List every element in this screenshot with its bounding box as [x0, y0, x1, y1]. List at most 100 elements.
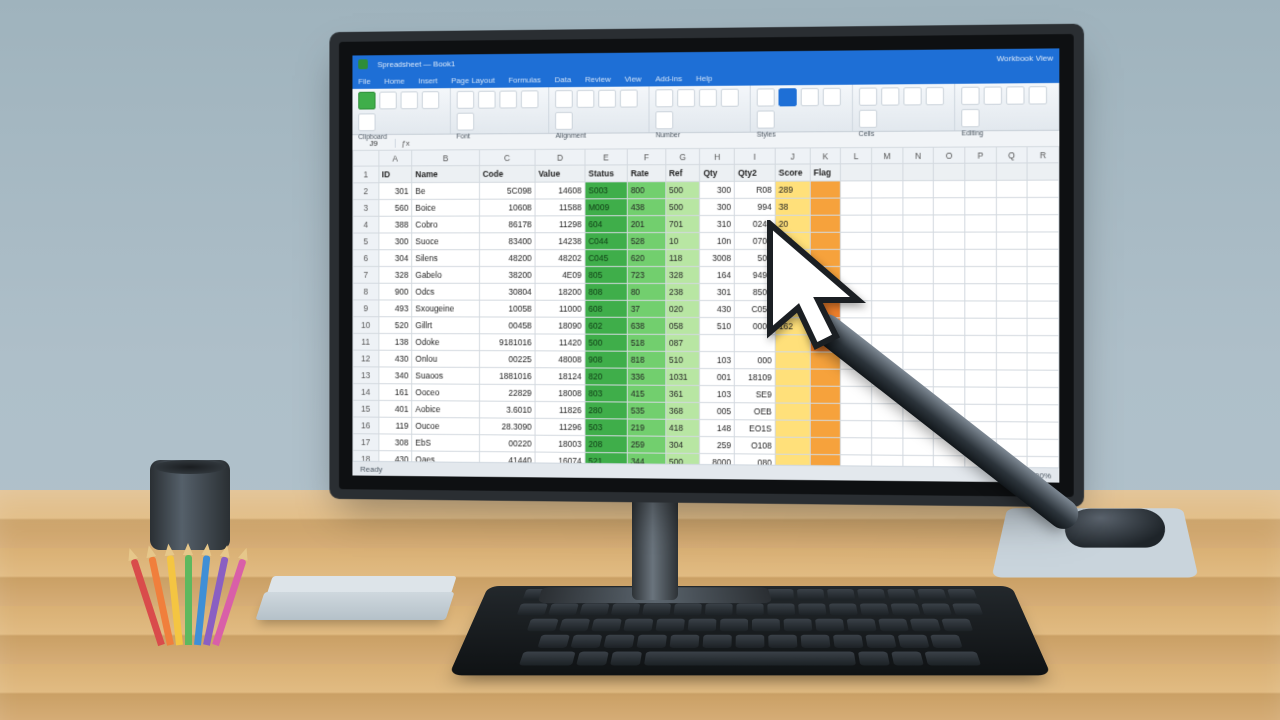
cell[interactable] [903, 267, 934, 284]
cell[interactable]: O108 [734, 437, 775, 454]
header-cell[interactable] [965, 163, 996, 180]
cell[interactable]: 340 [378, 367, 411, 384]
keyboard-key[interactable] [857, 589, 886, 600]
cell[interactable]: 418 [666, 419, 700, 436]
row-header[interactable]: 8 [353, 283, 379, 300]
keyboard-key[interactable] [768, 635, 797, 648]
cell[interactable] [965, 284, 996, 301]
ribbon-button[interactable] [859, 88, 877, 106]
cell[interactable]: EbS [412, 434, 479, 451]
ribbon-button[interactable] [656, 89, 674, 107]
cell[interactable]: 18003 [535, 435, 585, 452]
cell[interactable] [996, 215, 1027, 232]
ribbon-button[interactable] [521, 90, 539, 108]
cell[interactable] [872, 181, 903, 198]
cell[interactable]: 701 [666, 216, 700, 233]
column-header[interactable]: Q [996, 147, 1027, 163]
ribbon-button[interactable] [757, 88, 775, 106]
keyboard-key[interactable] [847, 619, 877, 632]
cell[interactable]: 11826 [535, 401, 585, 418]
row-header[interactable]: 3 [353, 200, 379, 217]
ribbon-button[interactable] [1006, 86, 1024, 104]
keyboard-key[interactable] [930, 635, 963, 648]
cell[interactable] [934, 198, 965, 215]
ribbon-button[interactable] [358, 113, 375, 131]
keyboard-key[interactable] [688, 619, 717, 632]
ribbon-button[interactable] [823, 88, 841, 106]
cell[interactable] [903, 301, 934, 318]
cell[interactable]: C044 [585, 233, 627, 250]
cell[interactable] [903, 181, 934, 198]
cell[interactable] [934, 232, 965, 249]
keyboard-key[interactable] [570, 635, 602, 648]
cell[interactable]: Odoke [412, 334, 479, 351]
menu-item[interactable]: View [625, 74, 642, 83]
cell[interactable]: 18124 [535, 368, 585, 385]
keyboard-key[interactable] [797, 589, 825, 600]
menu-item[interactable]: Page Layout [451, 75, 495, 84]
column-header[interactable]: M [872, 147, 903, 163]
cell[interactable] [1027, 267, 1059, 284]
keyboard-key[interactable] [801, 635, 831, 648]
header-cell[interactable] [841, 164, 872, 181]
column-header[interactable]: H [700, 148, 735, 164]
keyboard-key[interactable] [591, 619, 622, 632]
cell[interactable]: 83400 [479, 233, 535, 250]
header-cell[interactable]: Value [535, 165, 585, 182]
column-header[interactable]: P [965, 147, 996, 163]
keyboard-key[interactable] [924, 652, 981, 666]
cell[interactable]: Gabelo [412, 266, 479, 283]
keyboard-key[interactable] [644, 652, 856, 666]
ribbon-button[interactable] [599, 90, 617, 108]
keyboard-key[interactable] [798, 603, 826, 615]
cell[interactable] [810, 403, 841, 420]
cell[interactable]: 500 [585, 334, 627, 351]
keyboard-key[interactable] [636, 635, 667, 648]
cell[interactable]: 058 [666, 317, 700, 334]
cell[interactable]: 10608 [479, 199, 535, 216]
ribbon-button[interactable] [456, 91, 473, 109]
cell[interactable] [903, 335, 934, 352]
cell[interactable]: 800 [627, 182, 665, 199]
menu-item[interactable]: Data [555, 75, 572, 84]
header-cell[interactable]: Ref [666, 165, 700, 182]
keyboard-key[interactable] [784, 619, 813, 632]
ribbon-button[interactable] [379, 92, 396, 110]
cell[interactable] [903, 249, 934, 266]
keyboard-key[interactable] [527, 619, 559, 632]
cell[interactable] [965, 180, 996, 197]
keyboard-key[interactable] [537, 635, 570, 648]
cell[interactable] [810, 181, 841, 198]
header-cell[interactable]: Flag [810, 164, 841, 181]
cell[interactable] [1027, 197, 1059, 214]
cell[interactable]: 48202 [535, 250, 585, 267]
keyboard-key[interactable] [736, 603, 763, 615]
cell[interactable] [810, 437, 841, 454]
cell[interactable]: 518 [627, 334, 665, 351]
cell[interactable]: 1881016 [479, 367, 535, 384]
keyboard-key[interactable] [736, 635, 765, 648]
cell[interactable] [965, 249, 996, 266]
cell[interactable]: 119 [378, 417, 411, 434]
cell[interactable] [965, 370, 996, 387]
cell[interactable]: Be [412, 182, 479, 199]
name-box[interactable]: J9 [352, 138, 395, 147]
cell[interactable]: 5C098 [479, 182, 535, 199]
cell[interactable] [934, 318, 965, 335]
cell[interactable] [1027, 284, 1059, 301]
column-header[interactable]: N [903, 147, 934, 163]
cell[interactable] [903, 284, 934, 301]
ribbon-button[interactable] [478, 91, 496, 109]
header-cell[interactable] [1027, 163, 1059, 180]
header-cell[interactable]: Status [585, 165, 627, 182]
cell[interactable]: 503 [585, 419, 627, 436]
cell[interactable]: Onlou [412, 350, 479, 367]
cell[interactable]: OEB [734, 403, 775, 420]
cell[interactable]: 48200 [479, 250, 535, 267]
row-header[interactable]: 2 [353, 183, 379, 200]
cell[interactable]: 336 [627, 368, 665, 385]
cell[interactable]: 4E09 [535, 266, 585, 283]
cell[interactable]: 510 [700, 317, 735, 334]
cell[interactable] [903, 352, 934, 369]
column-header[interactable]: F [627, 149, 665, 165]
